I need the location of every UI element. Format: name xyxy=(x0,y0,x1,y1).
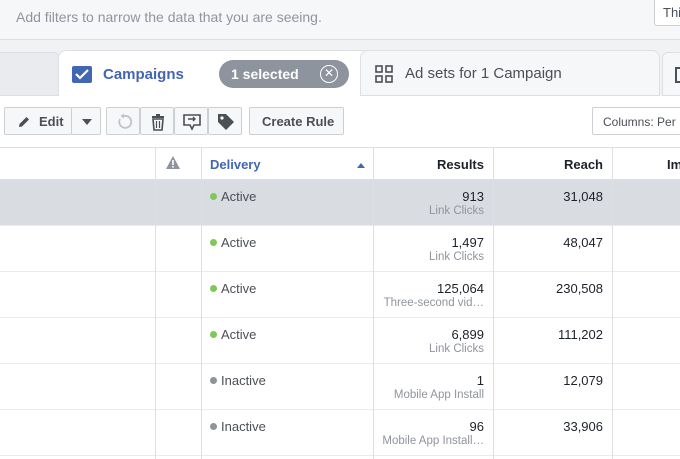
filter-bar[interactable]: Add filters to narrow the data that you … xyxy=(0,0,680,40)
results-value: 96 xyxy=(469,419,484,434)
selected-count: 1 selected xyxy=(231,66,299,82)
create-rule-label: Create Rule xyxy=(262,114,335,129)
result-type: Link Clicks xyxy=(429,205,484,217)
column-delivery[interactable]: Delivery xyxy=(210,157,261,172)
grid-icon xyxy=(375,65,393,88)
results-value: 125,064 xyxy=(437,281,484,296)
edit-label: Edit xyxy=(39,114,64,129)
results-value: 1,497 xyxy=(451,235,484,250)
status-dot-icon xyxy=(210,331,217,338)
warning-icon[interactable] xyxy=(166,156,180,174)
delivery-status: Active xyxy=(221,281,257,296)
table-row[interactable]: Inactive 1 Mobile App Install 12,079 xyxy=(0,364,680,410)
status-dot-icon xyxy=(210,285,217,292)
results-value: 1 xyxy=(476,373,484,388)
delivery-status: Inactive xyxy=(221,419,266,434)
chevron-down-icon xyxy=(82,119,92,125)
column-divider xyxy=(155,148,156,459)
delete-button[interactable] xyxy=(140,107,174,135)
reach-value: 12,079 xyxy=(563,373,603,388)
tab-ad-sets[interactable]: Ad sets for 1 Campaign xyxy=(360,50,660,96)
tab-bar: Campaigns 1 selected ✕ Ad sets for 1 Cam… xyxy=(0,40,680,97)
preview-button[interactable] xyxy=(174,107,208,135)
pencil-icon xyxy=(19,117,29,127)
sort-asc-icon[interactable] xyxy=(357,163,365,168)
status-dot-icon xyxy=(210,423,217,430)
delivery-status: Inactive xyxy=(221,373,266,388)
tab-account[interactable] xyxy=(0,52,60,96)
column-divider xyxy=(201,148,202,459)
tag-icon xyxy=(218,114,234,130)
delivery-status: Active xyxy=(221,327,257,342)
reach-value: 31,048 xyxy=(563,189,603,204)
reach-value: 230,508 xyxy=(556,281,603,296)
status-dot-icon xyxy=(210,193,217,200)
undo-button[interactable] xyxy=(106,107,140,135)
edit-button[interactable]: Edit xyxy=(4,107,72,135)
columns-dropdown[interactable]: Columns: Per xyxy=(592,107,680,135)
result-type: Link Clicks xyxy=(429,251,484,263)
table-row[interactable]: Active 913 Link Clicks 31,048 xyxy=(0,180,680,226)
delivery-status: Active xyxy=(221,235,257,250)
results-value: 913 xyxy=(462,189,484,204)
create-rule-button[interactable]: Create Rule xyxy=(249,107,344,135)
table-row[interactable]: Inactive 96 Mobile App Install… 33,906 xyxy=(0,410,680,456)
column-reach[interactable]: Reach xyxy=(564,157,603,172)
column-divider xyxy=(373,148,374,459)
tab-campaigns[interactable]: Campaigns 1 selected ✕ xyxy=(58,50,370,97)
status-dot-icon xyxy=(210,377,217,384)
checkbox-icon[interactable] xyxy=(72,66,92,83)
tab-campaigns-label: Campaigns xyxy=(103,66,184,83)
preview-icon xyxy=(183,114,201,131)
ad-icon xyxy=(675,67,680,83)
edit-dropdown-button[interactable] xyxy=(71,107,101,135)
result-type: Link Clicks xyxy=(429,343,484,355)
column-divider xyxy=(612,148,613,459)
table-row[interactable]: Active 6,899 Link Clicks 111,202 xyxy=(0,318,680,364)
column-results[interactable]: Results xyxy=(437,157,484,172)
tab-ad-sets-label: Ad sets for 1 Campaign xyxy=(405,65,562,82)
reach-value: 48,047 xyxy=(563,235,603,250)
trash-icon xyxy=(152,114,164,131)
status-dot-icon xyxy=(210,239,217,246)
result-type: Three-second vid… xyxy=(383,297,484,309)
table-header: Delivery Results Reach Im xyxy=(0,148,680,180)
reach-value: 33,906 xyxy=(563,419,603,434)
undo-icon xyxy=(118,113,133,129)
results-value: 6,899 xyxy=(451,327,484,342)
selected-badge[interactable]: 1 selected ✕ xyxy=(219,60,349,88)
result-type: Mobile App Install… xyxy=(382,435,484,447)
result-type: Mobile App Install xyxy=(393,389,484,401)
tag-button[interactable] xyxy=(208,107,242,135)
tab-ads[interactable] xyxy=(662,52,680,96)
clear-selection-icon[interactable]: ✕ xyxy=(320,65,338,83)
column-impressions[interactable]: Im xyxy=(667,157,680,172)
table-row[interactable]: Active 125,064 Three-second vid… 230,508 xyxy=(0,272,680,318)
column-divider xyxy=(493,148,494,459)
date-range-button[interactable]: Thi xyxy=(654,0,680,26)
delivery-status: Active xyxy=(221,189,257,204)
toolbar: Edit Create Rule Columns: Per xyxy=(0,96,680,148)
table-row[interactable]: Active 1,497 Link Clicks 48,047 xyxy=(0,226,680,272)
reach-value: 111,202 xyxy=(557,327,603,342)
filter-input[interactable]: Add filters to narrow the data that you … xyxy=(16,9,322,25)
